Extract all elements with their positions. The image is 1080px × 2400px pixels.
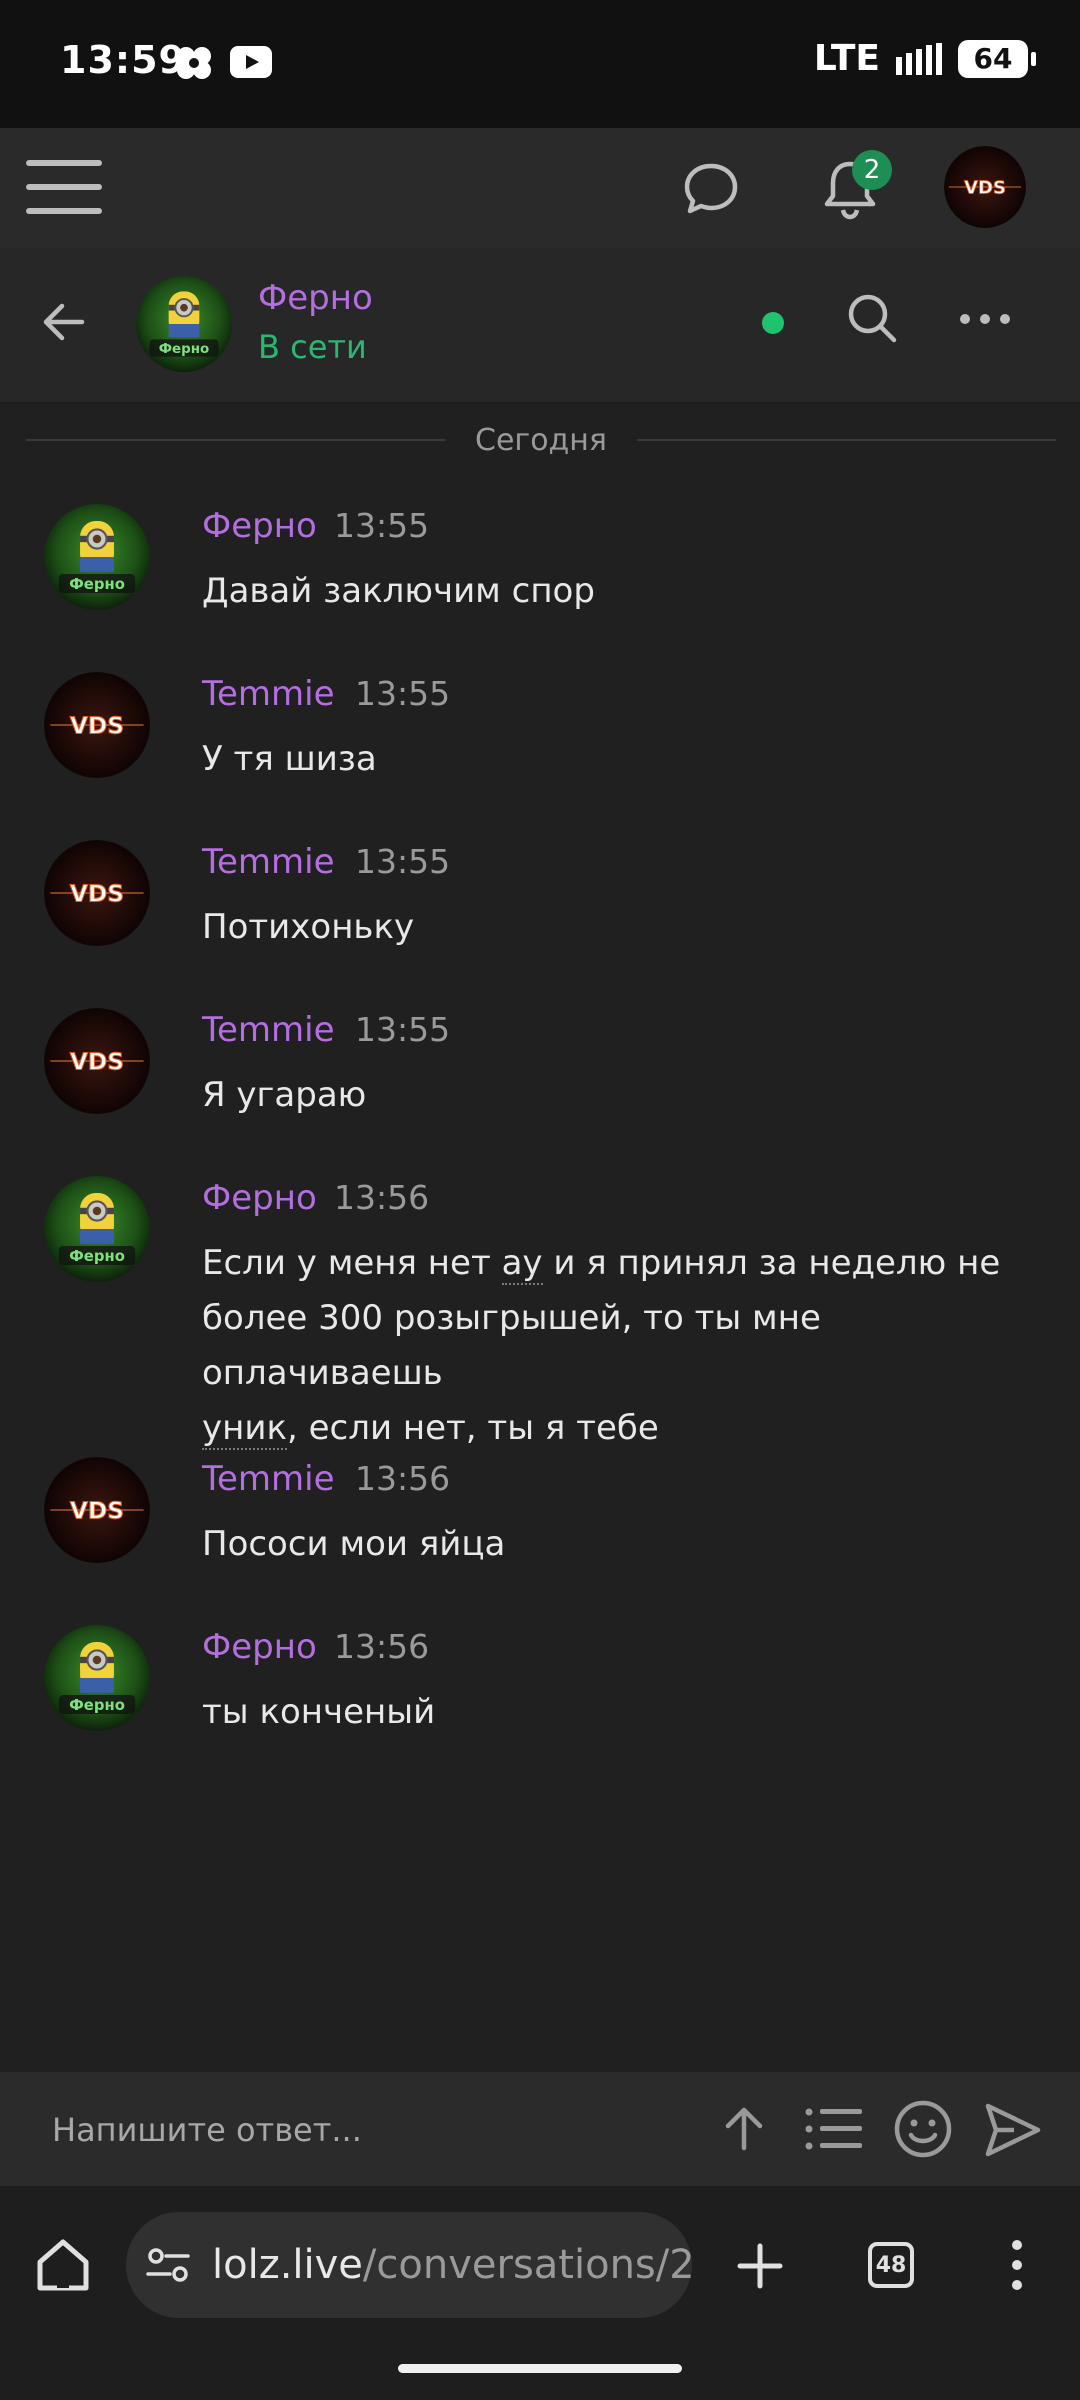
avatar[interactable]: VDS bbox=[44, 1008, 150, 1114]
term-link[interactable]: уник bbox=[202, 1408, 287, 1450]
list-icon[interactable] bbox=[804, 2106, 862, 2152]
site-settings-icon[interactable] bbox=[146, 2246, 190, 2284]
avatar[interactable]: VDS bbox=[44, 672, 150, 778]
search-icon[interactable] bbox=[844, 290, 900, 346]
message-text: Давай заключим спор bbox=[202, 571, 595, 611]
emoji-icon[interactable] bbox=[892, 2098, 954, 2160]
avatar[interactable]: Ферно bbox=[44, 504, 150, 610]
home-icon[interactable] bbox=[34, 2236, 92, 2294]
flower-icon bbox=[177, 47, 211, 79]
message-author[interactable]: Temmie bbox=[202, 842, 335, 882]
arrow-up-icon[interactable] bbox=[716, 2100, 772, 2156]
message-text: Я угараю bbox=[202, 1075, 367, 1115]
message-time[interactable]: 13:55 bbox=[355, 674, 450, 713]
message-author[interactable]: Ферно bbox=[202, 506, 317, 546]
chat-bubble-icon[interactable] bbox=[680, 158, 742, 220]
browser-bar: lolz.live/conversations/2 48 bbox=[0, 2186, 1080, 2400]
conversation-name[interactable]: Ферно bbox=[258, 278, 373, 318]
youtube-icon bbox=[230, 46, 272, 78]
svg-text:Ферно: Ферно bbox=[69, 1697, 125, 1714]
svg-text:VDS: VDS bbox=[964, 178, 1006, 199]
svg-text:VDS: VDS bbox=[70, 1048, 124, 1075]
reply-bar bbox=[0, 2072, 1080, 2186]
network-type: LTE bbox=[813, 38, 880, 79]
tab-switcher[interactable]: 48 bbox=[868, 2242, 914, 2288]
url-bar[interactable]: lolz.live/conversations/2 bbox=[126, 2212, 692, 2318]
conversation-header: Ферно Ферно В сети bbox=[0, 248, 1080, 404]
send-icon[interactable] bbox=[984, 2102, 1042, 2158]
date-label: Сегодня bbox=[475, 422, 607, 458]
message-time[interactable]: 13:56 bbox=[334, 1627, 429, 1666]
message-author[interactable]: Ферно bbox=[202, 1627, 317, 1667]
message-author[interactable]: Ферно bbox=[202, 1178, 317, 1218]
message-time[interactable]: 13:55 bbox=[334, 506, 429, 545]
url-text[interactable]: lolz.live/conversations/2 bbox=[212, 2242, 692, 2288]
svg-text:VDS: VDS bbox=[70, 712, 124, 739]
menu-icon[interactable] bbox=[26, 152, 102, 222]
message-time[interactable]: 13:56 bbox=[355, 1459, 450, 1498]
signal-icon bbox=[896, 42, 942, 75]
new-tab-icon[interactable] bbox=[736, 2242, 784, 2290]
message-time[interactable]: 13:55 bbox=[355, 842, 450, 881]
battery-indicator: 64 bbox=[958, 39, 1036, 78]
avatar[interactable]: VDS bbox=[44, 840, 150, 946]
browser-menu-icon[interactable] bbox=[1012, 2240, 1022, 2290]
status-time: 13:59 bbox=[60, 38, 186, 82]
date-separator: Сегодня bbox=[26, 420, 1056, 460]
svg-text:Ферно: Ферно bbox=[159, 342, 210, 357]
message-text: Потихоньку bbox=[202, 907, 415, 947]
avatar[interactable]: Ферно bbox=[44, 1176, 150, 1282]
notification-badge: 2 bbox=[852, 150, 892, 190]
message-author[interactable]: Temmie bbox=[202, 674, 335, 714]
reply-input[interactable] bbox=[52, 2102, 672, 2158]
term-link[interactable]: ау bbox=[501, 1243, 543, 1285]
avatar[interactable]: Ферно bbox=[44, 1625, 150, 1731]
message-author[interactable]: Temmie bbox=[202, 1010, 335, 1050]
avatar[interactable]: VDS bbox=[44, 1457, 150, 1563]
message-text: У тя шиза bbox=[202, 739, 377, 779]
message-time[interactable]: 13:55 bbox=[355, 1010, 450, 1049]
message-text: ты конченый bbox=[202, 1692, 436, 1732]
back-arrow-icon[interactable] bbox=[36, 294, 92, 350]
conversation-status: В сети bbox=[258, 328, 367, 366]
avatar[interactable]: VDS bbox=[944, 146, 1026, 228]
status-bar: 13:59 LTE 64 bbox=[0, 0, 1080, 128]
conversation-avatar[interactable]: Ферно bbox=[136, 276, 232, 372]
svg-text:VDS: VDS bbox=[70, 1497, 124, 1524]
message-text: Если у меня нет ау и я принял за неделю … bbox=[202, 1243, 1001, 1450]
message-text: Пососи мои яйца bbox=[202, 1524, 506, 1564]
svg-text:VDS: VDS bbox=[70, 880, 124, 907]
message-time[interactable]: 13:56 bbox=[334, 1178, 429, 1217]
more-dots-icon[interactable] bbox=[960, 314, 1010, 324]
message-author[interactable]: Temmie bbox=[202, 1459, 335, 1499]
site-header: 2 VDS bbox=[0, 128, 1080, 248]
home-indicator[interactable] bbox=[398, 2364, 682, 2373]
svg-text:Ферно: Ферно bbox=[69, 576, 125, 593]
svg-text:Ферно: Ферно bbox=[69, 1248, 125, 1265]
online-dot bbox=[762, 312, 784, 334]
